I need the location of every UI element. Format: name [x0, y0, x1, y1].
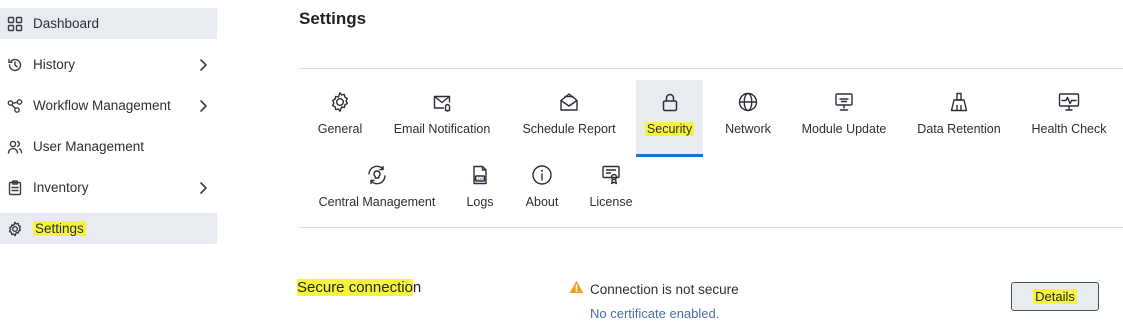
workflow-icon: [6, 97, 24, 115]
sidebar-item-label: Settings: [33, 221, 86, 236]
sidebar-item-settings[interactable]: Settings: [0, 213, 217, 244]
warning-icon: [569, 280, 584, 299]
chevron-right-icon: [197, 181, 209, 195]
tab-general[interactable]: General: [308, 90, 372, 136]
tab-label: Schedule Report: [522, 122, 616, 136]
tab-logs[interactable]: LOG Logs: [459, 163, 501, 209]
sidebar-item-user-management[interactable]: User Management: [0, 131, 217, 162]
section-title-secure-connection: Secure connection: [297, 279, 422, 296]
tab-label: Health Check: [1031, 122, 1107, 136]
history-icon: [6, 56, 24, 74]
sidebar-item-label: Inventory: [33, 180, 89, 195]
tab-label: Central Management: [318, 195, 436, 209]
divider: [299, 68, 1123, 69]
tab-network[interactable]: Network: [718, 90, 778, 136]
status-text: Connection is not secure: [590, 282, 739, 297]
mail-icon: [430, 90, 454, 114]
grid-icon: [6, 15, 24, 33]
gear-icon: [6, 220, 24, 238]
tab-central-management[interactable]: Central Management: [312, 163, 442, 209]
tab-license[interactable]: License: [584, 163, 638, 209]
tab-label: Network: [725, 122, 771, 136]
sidebar-item-label: User Management: [33, 139, 145, 154]
tab-data-retention[interactable]: Data Retention: [910, 90, 1008, 136]
tab-label: About: [525, 195, 559, 209]
divider: [299, 227, 1123, 228]
connection-status: Connection is not secure: [569, 280, 739, 299]
globe-icon: [736, 90, 760, 114]
lock-icon: [658, 90, 682, 114]
sync-bulb-icon: [365, 163, 389, 187]
users-icon: [6, 138, 24, 156]
sidebar-item-dashboard[interactable]: Dashboard: [0, 8, 217, 39]
tab-schedule-report[interactable]: Schedule Report: [516, 90, 622, 136]
sidebar-item-inventory[interactable]: Inventory: [0, 172, 217, 203]
svg-text:LOG: LOG: [476, 177, 484, 181]
tab-label: Module Update: [801, 122, 887, 136]
sidebar: Dashboard History Workflow Management Us…: [0, 0, 217, 328]
tab-label: Security: [644, 122, 695, 136]
envelope-open-icon: [557, 90, 581, 114]
heartbeat-monitor-icon: [1057, 90, 1081, 114]
chevron-right-icon: [197, 58, 209, 72]
info-icon: [530, 163, 554, 187]
tab-module-update[interactable]: Module Update: [796, 90, 892, 136]
details-button-label: Details: [1033, 289, 1077, 304]
log-file-icon: LOG: [468, 163, 492, 187]
sidebar-item-workflow-management[interactable]: Workflow Management: [0, 90, 217, 121]
sidebar-item-label: Dashboard: [33, 16, 100, 31]
tab-label: Data Retention: [917, 122, 1001, 136]
sidebar-item-label: History: [33, 57, 76, 72]
tab-label: Email Notification: [393, 122, 491, 136]
monitor-icon: [832, 90, 856, 114]
clipboard-icon: [6, 179, 24, 197]
chevron-right-icon: [197, 99, 209, 113]
sidebar-item-label: Workflow Management: [33, 98, 171, 113]
tab-about[interactable]: About: [519, 163, 565, 209]
broom-icon: [947, 90, 971, 114]
page-title: Settings: [299, 9, 367, 28]
tab-health-check[interactable]: Health Check: [1026, 90, 1112, 136]
tab-label: Logs: [466, 195, 494, 209]
sidebar-item-history[interactable]: History: [0, 49, 217, 80]
details-button[interactable]: Details: [1011, 282, 1099, 311]
status-detail: No certificate enabled.: [590, 306, 720, 321]
tab-label: General: [317, 122, 363, 136]
tab-label: License: [589, 195, 633, 209]
gear-icon: [328, 90, 352, 114]
certificate-icon: [599, 163, 623, 187]
tab-security[interactable]: Security: [636, 80, 703, 157]
tab-email-notification[interactable]: Email Notification: [386, 90, 498, 136]
